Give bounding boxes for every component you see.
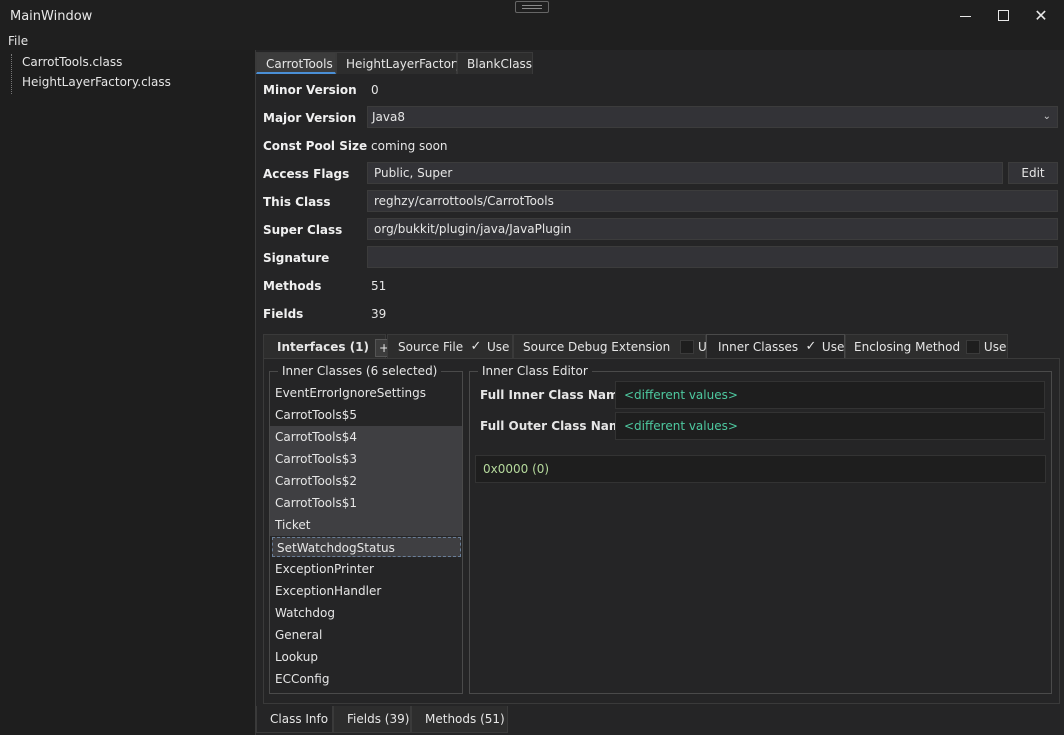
list-item[interactable]: Lookup — [270, 646, 462, 668]
tab-interfaces-label: Interfaces (1) — [277, 340, 370, 354]
menu-file[interactable]: File — [8, 34, 28, 48]
edit-access-button[interactable]: Edit — [1008, 162, 1058, 184]
major-version-value: Java8 — [372, 110, 405, 124]
full-outer-name-label: Full Outer Class Name — [480, 419, 630, 433]
list-item[interactable]: Ticket — [270, 514, 462, 536]
list-item[interactable]: CarrotTools$2 — [270, 470, 462, 492]
fields-count: 39 — [371, 307, 387, 321]
enclosing-method-checkbox[interactable] — [965, 339, 980, 354]
source-debug-checkbox[interactable] — [680, 339, 695, 354]
minimize-button[interactable] — [946, 0, 984, 32]
inner-classes-use-label: Use — [821, 340, 845, 354]
class-tree: CarrotTools.class HeightLayerFactory.cla… — [1, 50, 256, 735]
const-pool-label: Const Pool Size — [263, 139, 368, 153]
tab-fields[interactable]: Fields (39) — [333, 706, 411, 733]
tab-class-info[interactable]: Class Info — [256, 706, 333, 733]
tree-item-heightlayerfactory[interactable]: HeightLayerFactory.class — [22, 75, 171, 89]
full-inner-name-field[interactable]: <different values> — [615, 381, 1045, 409]
menu-bar: File — [0, 32, 1064, 50]
list-item[interactable]: SetWatchdogStatus — [272, 537, 461, 557]
const-pool-value: coming soon — [371, 139, 448, 153]
this-class-field[interactable]: reghzy/carrottools/CarrotTools — [367, 190, 1058, 212]
tab-source-debug-label: Source Debug Extension — [523, 340, 671, 354]
drag-grip-icon[interactable] — [515, 1, 549, 13]
signature-field[interactable] — [367, 246, 1058, 268]
tab-blankclass[interactable]: BlankClass — [457, 52, 533, 74]
check-icon[interactable]: ✓ — [804, 339, 818, 354]
full-inner-name-label: Full Inner Class Name — [480, 388, 627, 402]
tab-methods[interactable]: Methods (51) — [411, 706, 508, 733]
major-version-select[interactable]: Java8 ⌄ — [367, 106, 1058, 128]
super-class-field[interactable]: org/bukkit/plugin/java/JavaPlugin — [367, 218, 1058, 240]
minor-version-label: Minor Version — [263, 83, 357, 97]
super-class-label: Super Class — [263, 223, 343, 237]
list-item[interactable]: CarrotTools$5 — [270, 404, 462, 426]
list-item[interactable]: EventErrorIgnoreSettings — [270, 382, 462, 404]
full-outer-name-field[interactable]: <different values> — [615, 412, 1045, 440]
tab-source-file[interactable]: Source File ✓ Use — [387, 334, 513, 358]
access-flags-label: Access Flags — [263, 167, 350, 181]
tab-source-debug[interactable]: Source Debug Extension Use — [513, 334, 720, 358]
tab-source-file-label: Source File — [398, 340, 464, 354]
list-item[interactable]: ExceptionPrinter — [270, 558, 462, 580]
enclosing-use-label: Use — [983, 340, 1007, 354]
tab-inner-classes[interactable]: Inner Classes ✓ Use — [706, 334, 845, 359]
methods-label: Methods — [263, 279, 322, 293]
class-editor: CarrotTools HeightLayerFactory BlankClas… — [256, 50, 1064, 735]
list-item[interactable]: Watchdog — [270, 602, 462, 624]
minimize-icon — [960, 16, 971, 17]
tab-inner-classes-label: Inner Classes — [718, 340, 799, 354]
inner-class-editor: Inner Class Editor Full Inner Class Name… — [469, 364, 1052, 694]
methods-count: 51 — [371, 279, 387, 293]
inner-access-flags-field[interactable]: 0x0000 (0) — [475, 455, 1046, 483]
tab-interfaces[interactable]: Interfaces (1) + — [263, 334, 394, 358]
list-item[interactable]: CarrotTools$4 — [270, 426, 462, 448]
tree-connector — [11, 54, 12, 94]
inner-classes-panel: Inner Classes (6 selected) EventErrorIgn… — [263, 358, 1060, 704]
list-item[interactable]: General — [270, 624, 462, 646]
maximize-icon — [998, 10, 1009, 21]
maximize-button[interactable] — [984, 0, 1022, 32]
close-button[interactable]: ✕ — [1022, 0, 1060, 32]
list-item[interactable]: ECConfig — [270, 668, 462, 690]
inner-classes-legend: Inner Classes (6 selected) — [278, 364, 442, 378]
access-flags-field[interactable]: Public, Super — [367, 162, 1003, 184]
window-title: MainWindow — [10, 9, 93, 24]
inner-classes-list: Inner Classes (6 selected) EventErrorIgn… — [269, 364, 463, 694]
chevron-down-icon: ⌄ — [1042, 111, 1051, 122]
major-version-label: Major Version — [263, 111, 357, 125]
signature-label: Signature — [263, 251, 330, 265]
list-item[interactable]: CarrotTools$1 — [270, 492, 462, 514]
minor-version-value: 0 — [371, 83, 379, 97]
tab-carrottools[interactable]: CarrotTools — [256, 52, 336, 74]
this-class-label: This Class — [263, 195, 331, 209]
tab-heightlayerfactory[interactable]: HeightLayerFactory — [336, 52, 463, 74]
list-item[interactable]: CarrotTools$3 — [270, 448, 462, 470]
check-icon[interactable]: ✓ — [469, 339, 483, 354]
source-file-use-label: Use — [486, 340, 510, 354]
tab-enclosing-method[interactable]: Enclosing Method Use — [845, 334, 1008, 358]
tab-enclosing-method-label: Enclosing Method — [854, 340, 961, 354]
list-item[interactable]: ExceptionHandler — [270, 580, 462, 602]
title-bar: MainWindow ✕ — [0, 0, 1064, 32]
inner-class-editor-legend: Inner Class Editor — [478, 364, 592, 378]
tree-item-carrottools[interactable]: CarrotTools.class — [22, 55, 122, 69]
close-icon: ✕ — [1034, 6, 1048, 25]
fields-label: Fields — [263, 307, 304, 321]
